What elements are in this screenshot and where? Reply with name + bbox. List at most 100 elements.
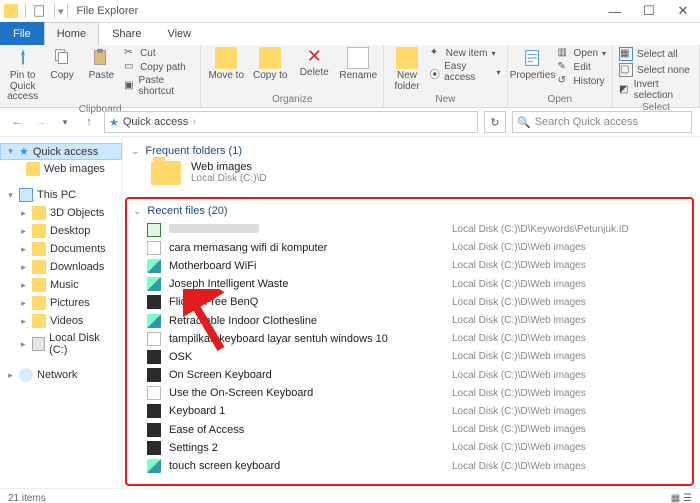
recent-locations-button[interactable]: ▾ <box>56 113 74 131</box>
file-path: Local Disk (C:)\D\Web images <box>452 406 586 417</box>
back-button[interactable]: ← <box>8 113 26 131</box>
forward-button[interactable]: → <box>32 113 50 131</box>
recent-file-row[interactable]: Flicker Free BenQLocal Disk (C:)\D\Web i… <box>147 294 688 311</box>
window-title: File Explorer <box>77 5 139 17</box>
file-name: Settings 2 <box>169 442 444 454</box>
file-name: OSK <box>169 351 444 363</box>
recent-file-row[interactable]: Joseph Intelligent Waste Local Disk (C:)\… <box>147 276 688 293</box>
sidebar-this-pc[interactable]: ▾This PC <box>0 186 122 204</box>
file-name: Motherboard WiFi <box>169 260 444 272</box>
easy-access-button[interactable]: ⦿Easy access▾ <box>430 61 501 83</box>
sidebar-item[interactable]: ▸3D Objects <box>0 204 122 222</box>
file-name: Flicker Free BenQ <box>169 296 444 308</box>
address-field[interactable]: ★ Quick access› <box>104 111 478 133</box>
recent-file-row[interactable]: touch screen keyboard Local Disk (C:)\D\W… <box>147 457 688 474</box>
sidebar-item[interactable]: ▸Documents <box>0 240 122 258</box>
address-bar: ← → ▾ ↑ ★ Quick access› ↻ 🔍 Search Quick… <box>0 108 700 137</box>
recent-file-row[interactable]: OSKLocal Disk (C:)\D\Web images <box>147 348 688 365</box>
file-icon <box>147 295 161 309</box>
sidebar-item[interactable]: ▸Downloads <box>0 258 122 276</box>
copy-button[interactable]: Copy <box>45 47 78 103</box>
copy-to-button[interactable]: Copy to <box>251 47 289 93</box>
new-item-button[interactable]: ✦New item▾ <box>430 47 501 59</box>
tab-share[interactable]: Share <box>99 22 154 45</box>
select-none-button[interactable]: ▢Select none <box>619 63 693 77</box>
file-name: Retractable Indoor Clothesline <box>169 315 444 327</box>
history-button[interactable]: ↺History <box>558 75 606 87</box>
file-name: Use the On-Screen Keyboard <box>169 387 444 399</box>
sidebar-network[interactable]: ▸Network <box>0 366 122 384</box>
recent-file-row[interactable]: cara memasang wifi di komputerLocal Disk… <box>147 239 688 256</box>
paste-shortcut-button[interactable]: ▣Paste shortcut <box>124 75 194 97</box>
recent-file-row[interactable]: Retractable Indoor Clothesline Local Disk… <box>147 312 688 329</box>
file-icon <box>147 386 161 400</box>
file-path: Local Disk (C:)\D\Keywords\Petunjuk.ID <box>452 224 629 235</box>
sidebar-item[interactable]: ▸Local Disk (C:) <box>0 330 122 358</box>
recent-file-row[interactable]: On Screen KeyboardLocal Disk (C:)\D\Web … <box>147 367 688 384</box>
close-button[interactable]: ✕ <box>666 0 700 22</box>
file-icon <box>147 423 161 437</box>
pin-quick-access-button[interactable]: Pin to Quick access <box>6 47 39 103</box>
ribbon-tabs: File Home Share View <box>0 23 700 45</box>
quick-access-icon: ★ <box>109 116 119 129</box>
sidebar-item[interactable]: ▸Music <box>0 276 122 294</box>
frequent-folders-header[interactable]: ⌄Frequent folders (1) <box>131 145 696 157</box>
rename-button[interactable]: Rename <box>339 47 377 93</box>
file-path: Local Disk (C:)\D\Web images <box>452 260 586 271</box>
file-name: touch screen keyboard <box>169 460 444 472</box>
tab-file[interactable]: File <box>0 22 44 45</box>
invert-selection-button[interactable]: ◩Invert selection <box>619 79 693 101</box>
recent-files-header[interactable]: ⌄Recent files (20) <box>133 205 688 217</box>
ribbon: Pin to Quick access Copy Paste ✂Cut ▭Cop… <box>0 45 700 108</box>
recent-files-highlight: ⌄Recent files (20) Local Disk (C:)\D\Key… <box>125 197 694 486</box>
file-name: tampilkan keyboard layar sentuh windows … <box>169 333 444 345</box>
minimize-button[interactable]: — <box>598 0 632 22</box>
file-path: Local Disk (C:)\D\Web images <box>452 333 586 344</box>
file-name: Keyboard 1 <box>169 405 444 417</box>
copy-path-button[interactable]: ▭Copy path <box>124 61 194 73</box>
sidebar-item[interactable]: ▸Desktop <box>0 222 122 240</box>
file-name <box>169 224 444 236</box>
folder-icon <box>151 161 181 185</box>
qat-props-icon[interactable] <box>33 4 47 18</box>
recent-file-row[interactable]: Ease of AccessLocal Disk (C:)\D\Web imag… <box>147 421 688 438</box>
file-icon <box>147 277 161 291</box>
sidebar-item-webimages[interactable]: Web images <box>0 160 122 178</box>
paste-button[interactable]: Paste <box>85 47 118 103</box>
refresh-button[interactable]: ↻ <box>484 111 506 133</box>
recent-file-row[interactable]: Use the On-Screen KeyboardLocal Disk (C:… <box>147 385 688 402</box>
tab-view[interactable]: View <box>154 22 204 45</box>
select-all-button[interactable]: ▦Select all <box>619 47 693 61</box>
recent-file-row[interactable]: tampilkan keyboard layar sentuh windows … <box>147 330 688 347</box>
new-folder-button[interactable]: New folder <box>390 47 424 93</box>
sidebar-quick-access[interactable]: ▾★Quick access <box>0 143 122 160</box>
recent-file-row[interactable]: Motherboard WiFi Local Disk (C:)\D\Web im… <box>147 257 688 274</box>
recent-file-row[interactable]: Settings 2Local Disk (C:)\D\Web images <box>147 439 688 456</box>
sidebar-item[interactable]: ▸Videos <box>0 312 122 330</box>
delete-button[interactable]: ✕Delete <box>295 47 333 93</box>
view-toggle[interactable]: ▦ ☰ <box>671 493 692 503</box>
up-button[interactable]: ↑ <box>80 113 98 131</box>
file-path: Local Disk (C:)\D\Web images <box>452 315 586 326</box>
maximize-button[interactable]: ☐ <box>632 0 666 22</box>
properties-button[interactable]: Properties <box>514 47 552 93</box>
frequent-folder-item[interactable]: Web images Local Disk (C:)\D <box>131 161 696 185</box>
tab-home[interactable]: Home <box>44 22 99 45</box>
recent-file-row[interactable]: Local Disk (C:)\D\Keywords\Petunjuk.ID <box>147 221 688 238</box>
file-icon <box>147 459 161 473</box>
file-icon <box>147 223 161 237</box>
file-path: Local Disk (C:)\D\Web images <box>452 461 586 472</box>
sidebar-item[interactable]: ▸Pictures <box>0 294 122 312</box>
file-name: Joseph Intelligent Waste <box>169 278 444 290</box>
file-icon <box>147 404 161 418</box>
move-to-button[interactable]: Move to <box>207 47 245 93</box>
file-path: Local Disk (C:)\D\Web images <box>452 279 586 290</box>
open-button[interactable]: ▥Open▾ <box>558 47 606 59</box>
file-icon <box>147 332 161 346</box>
edit-button[interactable]: ✎Edit <box>558 61 606 73</box>
title-bar: ▾ File Explorer — ☐ ✕ <box>0 0 700 23</box>
cut-button[interactable]: ✂Cut <box>124 47 194 59</box>
status-item-count: 21 items <box>8 493 46 503</box>
recent-file-row[interactable]: Keyboard 1 Local Disk (C:)\D\Web images <box>147 403 688 420</box>
search-box[interactable]: 🔍 Search Quick access <box>512 111 692 133</box>
